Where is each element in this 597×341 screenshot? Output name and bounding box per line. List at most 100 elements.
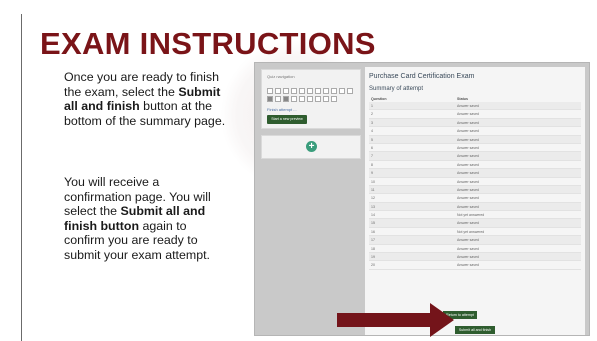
- table-row: 16 Not yet answered: [369, 228, 581, 237]
- question-number[interactable]: 14: [371, 213, 375, 217]
- table-row: 12 Answer saved: [369, 194, 581, 203]
- question-number[interactable]: 17: [371, 238, 375, 242]
- table-row: 13 Answer saved: [369, 202, 581, 212]
- table-row: 19 Answer saved: [369, 253, 581, 262]
- summary-panel: Purchase Card Certification Exam Summary…: [365, 67, 585, 335]
- question-status: Answer saved: [457, 171, 479, 176]
- nav-cell[interactable]: [315, 96, 321, 102]
- nav-cell[interactable]: [291, 96, 297, 102]
- nav-cell[interactable]: [315, 88, 321, 94]
- nav-cell[interactable]: [347, 88, 353, 94]
- question-status: Answer saved: [457, 196, 479, 201]
- pointer-arrow-shaft: [337, 313, 431, 327]
- question-number[interactable]: 6: [371, 146, 373, 150]
- question-number[interactable]: 10: [371, 180, 375, 184]
- table-row: 4 Answer saved: [369, 127, 581, 136]
- question-number[interactable]: 5: [371, 138, 373, 142]
- question-number[interactable]: 2: [371, 112, 373, 116]
- question-status: Answer saved: [457, 238, 479, 243]
- question-status: Answer saved: [457, 204, 479, 209]
- nav-cell[interactable]: [299, 96, 305, 102]
- quiz-navigation-panel: Quiz navigation Finish attempt ... Start…: [261, 69, 361, 129]
- nav-cell[interactable]: [275, 88, 281, 94]
- quiz-navigation-title: Quiz navigation: [267, 74, 295, 79]
- question-status: Answer saved: [457, 129, 479, 134]
- table-row: 18 Answer saved: [369, 245, 581, 254]
- submit-all-and-finish-button[interactable]: Submit all and finish: [455, 326, 495, 334]
- nav-cell[interactable]: [283, 96, 289, 102]
- nav-cell[interactable]: [291, 88, 297, 94]
- question-number[interactable]: 3: [371, 121, 373, 125]
- question-number[interactable]: 8: [371, 163, 373, 167]
- question-status: Answer saved: [457, 221, 479, 226]
- question-number[interactable]: 19: [371, 255, 375, 259]
- table-row: 8 Answer saved: [369, 161, 581, 170]
- question-status: Not yet answered: [457, 229, 485, 234]
- nav-cell[interactable]: [307, 96, 313, 102]
- nav-cell[interactable]: [323, 96, 329, 102]
- question-number[interactable]: 16: [371, 230, 375, 234]
- column-header-question: Question: [371, 97, 387, 101]
- table-row: 15 Answer saved: [369, 219, 581, 228]
- question-status: Answer saved: [457, 246, 479, 251]
- summary-heading: Summary of attempt: [369, 86, 424, 92]
- table-row: 14 Not yet answered: [369, 211, 581, 220]
- add-plus-icon[interactable]: +: [306, 141, 317, 152]
- slide-title: EXAM INSTRUCTIONS: [40, 26, 376, 61]
- question-number[interactable]: 18: [371, 247, 375, 251]
- nav-cell[interactable]: [331, 88, 337, 94]
- question-number[interactable]: 7: [371, 154, 373, 158]
- pointer-arrow-icon: [430, 303, 454, 337]
- table-row: 3 Answer saved: [369, 118, 581, 128]
- nav-cell[interactable]: [267, 88, 273, 94]
- question-status: Answer saved: [457, 162, 479, 167]
- question-number[interactable]: 20: [371, 263, 375, 267]
- table-row: 11 Answer saved: [369, 185, 581, 195]
- question-number[interactable]: 1: [371, 104, 373, 108]
- table-row: 6 Answer saved: [369, 144, 581, 153]
- table-row: 10 Answer saved: [369, 178, 581, 186]
- question-status: Answer saved: [457, 154, 479, 159]
- nav-cell[interactable]: [275, 96, 281, 102]
- question-number[interactable]: 11: [371, 188, 375, 192]
- nav-cell[interactable]: [283, 88, 289, 94]
- instruction-paragraph-1: Once you are ready to finish the exam, s…: [64, 70, 229, 128]
- question-status: Answer saved: [457, 104, 479, 108]
- question-number[interactable]: 9: [371, 171, 373, 175]
- question-status: Answer saved: [457, 263, 479, 268]
- nav-cell[interactable]: [339, 88, 345, 94]
- exam-title: Purchase Card Certification Exam: [369, 73, 475, 80]
- instruction-paragraph-2: You will receive a confirmation page. Yo…: [64, 175, 229, 263]
- finish-attempt-link[interactable]: Finish attempt ...: [267, 107, 297, 112]
- question-status: Answer saved: [457, 145, 479, 150]
- slide: EXAM INSTRUCTIONS Once you are ready to …: [0, 0, 597, 341]
- table-row: 17 Answer saved: [369, 236, 581, 245]
- exam-summary-screenshot: Quiz navigation Finish attempt ... Start…: [254, 62, 590, 336]
- nav-cell[interactable]: [307, 88, 313, 94]
- question-status: Answer saved: [457, 179, 479, 184]
- nav-cell[interactable]: [323, 88, 329, 94]
- table-row: 2 Answer saved: [369, 110, 581, 119]
- add-block-panel: +: [261, 135, 361, 159]
- slide-border-line: [21, 14, 22, 341]
- question-number[interactable]: 15: [371, 221, 375, 225]
- table-row: 5 Answer saved: [369, 135, 581, 144]
- question-nav-grid: [267, 88, 355, 102]
- question-status: Answer saved: [457, 255, 479, 260]
- table-row: 9 Answer saved: [369, 169, 581, 178]
- nav-cell[interactable]: [299, 88, 305, 94]
- question-number[interactable]: 13: [371, 205, 375, 209]
- question-status: Answer saved: [457, 187, 479, 192]
- column-header-status: Status: [457, 97, 468, 101]
- question-number[interactable]: 12: [371, 196, 375, 200]
- nav-cell[interactable]: [331, 96, 337, 102]
- start-new-preview-button[interactable]: Start a new preview: [267, 115, 307, 124]
- summary-table: 1 Answer saved 2 Answer saved 3 Answer saved 4…: [369, 102, 581, 270]
- nav-cell[interactable]: [267, 96, 273, 102]
- table-row: 7 Answer saved: [369, 152, 581, 161]
- table-row: 20 Answer saved: [369, 261, 581, 270]
- question-status: Answer saved: [457, 112, 479, 117]
- question-number[interactable]: 4: [371, 129, 373, 133]
- question-status: Answer saved: [457, 120, 479, 125]
- table-row: 1 Answer saved: [369, 102, 581, 111]
